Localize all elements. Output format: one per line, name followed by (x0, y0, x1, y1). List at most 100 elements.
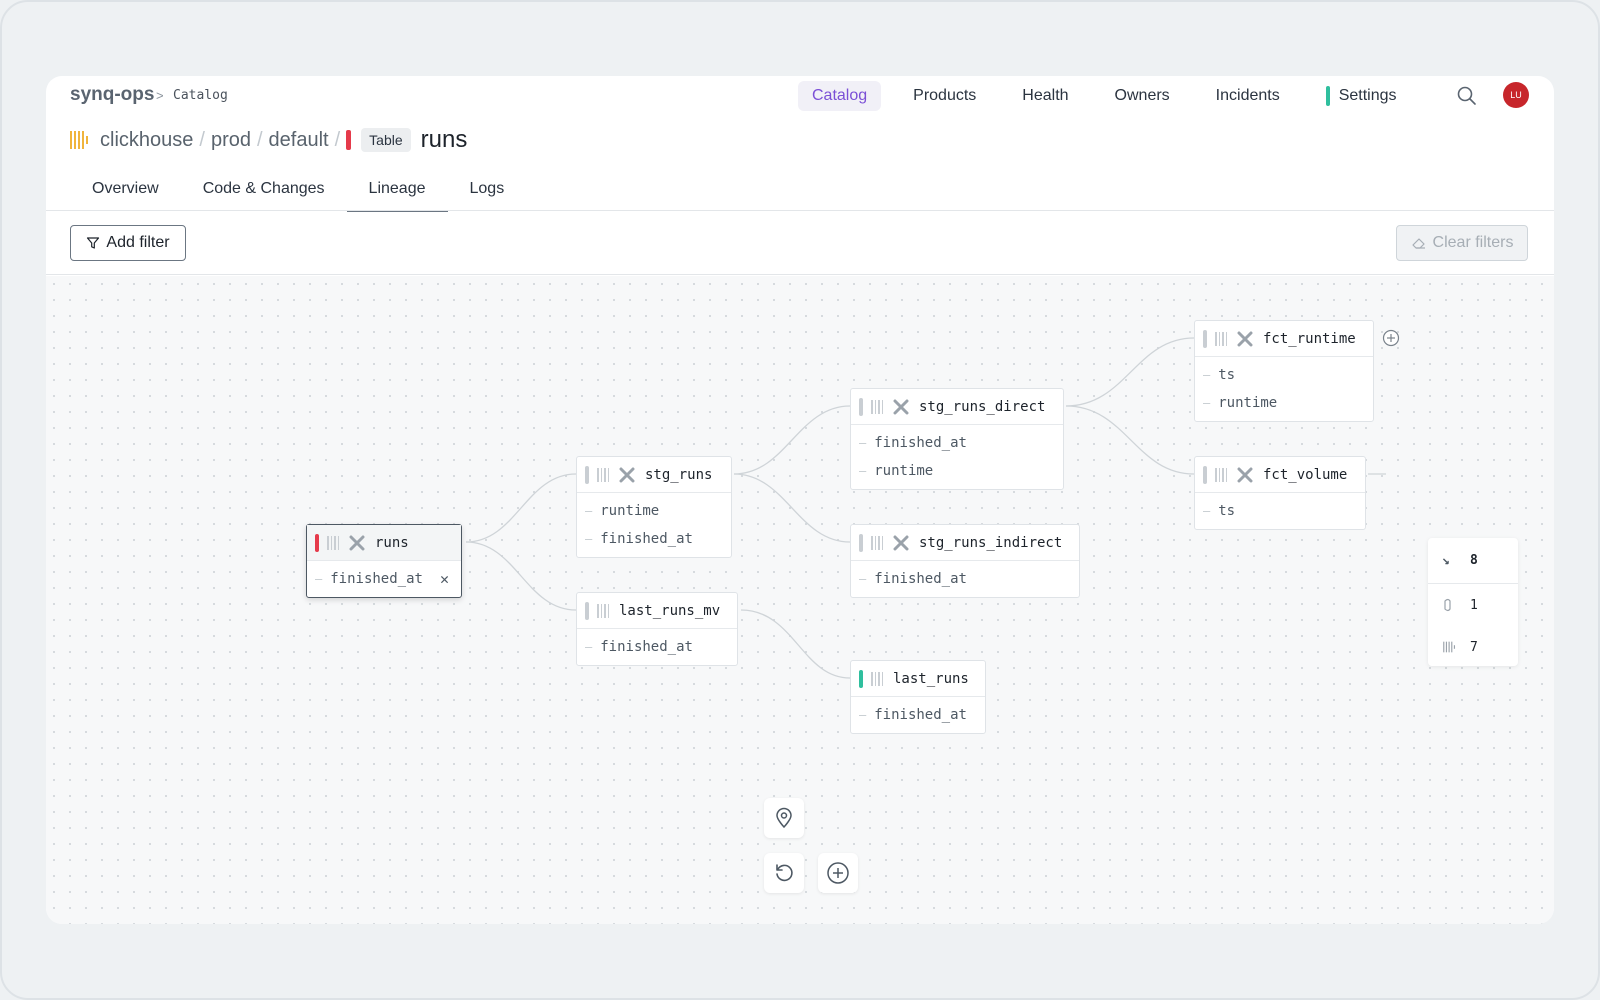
dbt-icon (1237, 331, 1253, 346)
path-segment-default[interactable]: default (269, 129, 329, 152)
path-separator: / (334, 128, 341, 151)
node-header: last_runs (851, 661, 985, 697)
clickhouse-icon (1215, 331, 1227, 346)
nav-incidents[interactable]: Incidents (1202, 81, 1294, 111)
dbt-icon (1442, 598, 1458, 612)
plus-circle-icon (827, 862, 849, 884)
add-filter-label: Add filter (106, 234, 170, 251)
expand-downstream-icon[interactable] (1382, 329, 1400, 347)
node-column[interactable]: — ts (1195, 497, 1365, 525)
node-header: runs (307, 525, 461, 561)
stat-clickhouse[interactable]: 7 (1428, 626, 1518, 668)
path-segment-prod[interactable]: prod (211, 129, 251, 152)
nav-catalog[interactable]: Catalog (798, 81, 882, 111)
clickhouse-icon (327, 535, 339, 550)
tab-logs[interactable]: Logs (448, 172, 527, 212)
node-column[interactable]: — runtime (1195, 389, 1373, 417)
nav-settings[interactable]: Settings (1312, 80, 1411, 112)
lineage-node-stg-runs-direct[interactable]: stg_runs_direct — finished_at — runtime (850, 388, 1064, 490)
status-indicator (585, 465, 589, 484)
lineage-node-fct-volume[interactable]: fct_volume — ts (1194, 456, 1366, 530)
status-indicator (859, 397, 863, 416)
tab-overview[interactable]: Overview (70, 172, 181, 212)
tab-code-changes[interactable]: Code & Changes (181, 172, 347, 212)
lineage-node-stg-runs[interactable]: stg_runs — runtime — finished_at (576, 456, 732, 558)
node-column[interactable]: — runtime (851, 457, 1063, 485)
filter-icon (87, 237, 100, 249)
status-indicator (859, 533, 863, 552)
dbt-icon (1237, 467, 1253, 482)
node-column[interactable]: — ts (1195, 361, 1373, 389)
page-title: runs (420, 126, 468, 153)
tab-lineage[interactable]: Lineage (346, 172, 448, 212)
add-node-button[interactable] (818, 853, 858, 893)
clickhouse-icon (1215, 467, 1227, 482)
node-header: fct_runtime (1195, 321, 1373, 357)
node-column[interactable]: — finished_at (851, 565, 1079, 593)
status-indicator (1203, 465, 1207, 484)
status-indicator (859, 669, 863, 688)
clickhouse-icon (871, 671, 883, 686)
user-avatar[interactable]: LU (1503, 82, 1529, 108)
stat-dbt[interactable]: 1 (1428, 584, 1518, 626)
path-segment-clickhouse[interactable]: clickhouse (100, 129, 193, 152)
map-pin-icon (776, 807, 792, 829)
path-separator: / (256, 128, 263, 151)
node-column[interactable]: — finished_at (851, 429, 1063, 457)
node-column[interactable]: — runtime (577, 497, 731, 525)
reset-view-button[interactable] (764, 853, 804, 893)
stat-total[interactable]: ↘ 8 (1428, 538, 1518, 584)
filter-bar: Add filter Clear filters (46, 211, 1554, 275)
breadcrumb-catalog[interactable]: Catalog (173, 88, 228, 103)
node-column[interactable]: — finished_at ✕ (307, 565, 461, 593)
node-header: stg_runs (577, 457, 731, 493)
dbt-icon (619, 467, 635, 482)
clickhouse-icon (871, 535, 883, 550)
workspace-name[interactable]: synq-ops (70, 84, 154, 106)
lineage-node-fct-runtime[interactable]: fct_runtime — ts — runtime (1194, 320, 1374, 422)
eraser-icon (1411, 238, 1425, 249)
nav-products[interactable]: Products (899, 81, 990, 111)
node-column[interactable]: — finished_at (577, 525, 731, 553)
dbt-icon (893, 399, 909, 414)
table-path: clickhouse / prod / default / Table runs (70, 124, 467, 156)
lineage-canvas[interactable]: runs — finished_at ✕ stg_runs — runtime — f… (46, 276, 1554, 924)
path-separator: / (199, 128, 205, 151)
node-column[interactable]: — finished_at (577, 633, 737, 661)
close-icon[interactable]: ✕ (440, 570, 449, 588)
status-indicator (585, 601, 589, 620)
lineage-stats-panel: ↘ 8 1 7 (1428, 538, 1518, 666)
node-column[interactable]: — finished_at (851, 701, 985, 729)
node-name: last_runs (893, 670, 969, 687)
clickhouse-icon (70, 131, 92, 149)
lineage-node-last-runs[interactable]: last_runs — finished_at (850, 660, 986, 734)
node-name: fct_runtime (1263, 330, 1356, 347)
clear-filters-label: Clear filters (1432, 234, 1514, 251)
node-header: last_runs_mv (577, 593, 737, 629)
search-icon[interactable] (1456, 85, 1478, 107)
table-status-bar (346, 130, 352, 150)
node-header: fct_volume (1195, 457, 1365, 493)
nav-health[interactable]: Health (1008, 81, 1082, 111)
top-bar: synq-ops > Catalog Catalog Products Heal… (46, 76, 1554, 120)
dbt-icon (349, 535, 365, 550)
nav-settings-label: Settings (1338, 87, 1397, 104)
lineage-node-runs[interactable]: runs — finished_at ✕ (306, 524, 462, 598)
app-window: synq-ops > Catalog Catalog Products Heal… (46, 76, 1554, 924)
nav-owners[interactable]: Owners (1101, 81, 1184, 111)
main-nav: Catalog Products Health Owners Incidents… (798, 80, 1429, 112)
node-header: stg_runs_indirect (851, 525, 1079, 561)
clear-filters-button[interactable]: Clear filters (1396, 225, 1528, 261)
lineage-node-stg-runs-indirect[interactable]: stg_runs_indirect — finished_at (850, 524, 1080, 598)
table-type-badge: Table (361, 128, 411, 152)
add-filter-button[interactable]: Add filter (70, 225, 186, 261)
lineage-node-last-runs-mv[interactable]: last_runs_mv — finished_at (576, 592, 738, 666)
settings-status-bar (1325, 86, 1330, 106)
breadcrumb-separator: > (156, 88, 164, 103)
node-name: fct_volume (1263, 466, 1348, 483)
node-name: stg_runs (645, 466, 713, 483)
arrow-down-right-icon: ↘ (1442, 553, 1450, 568)
locate-button[interactable] (764, 798, 804, 838)
clickhouse-icon (597, 467, 609, 482)
node-header: stg_runs_direct (851, 389, 1063, 425)
